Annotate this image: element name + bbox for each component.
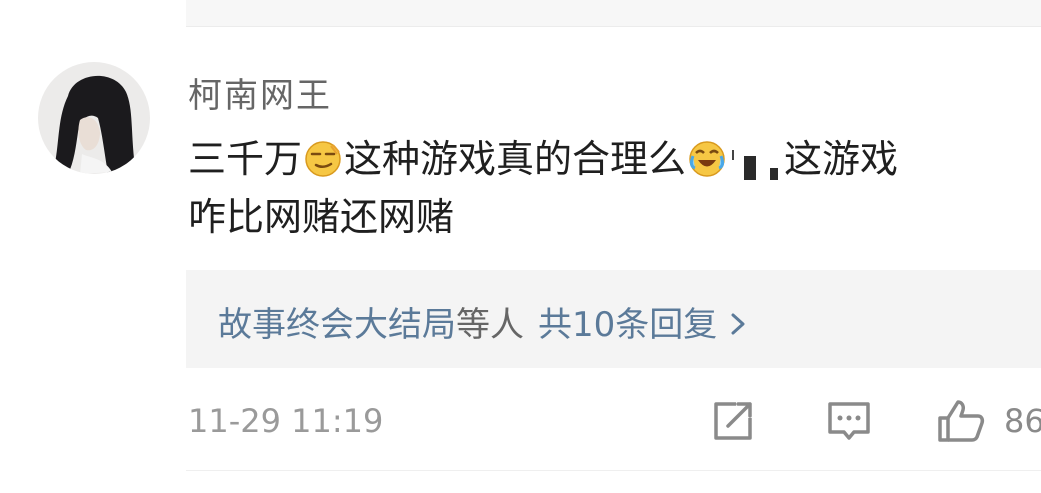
reply-users-suffix: 等人 xyxy=(456,305,524,345)
share-icon[interactable] xyxy=(710,398,756,444)
comment-text-part: 三千万 xyxy=(188,137,303,181)
timestamp: 11-29 11:19 xyxy=(188,402,384,440)
avatar-image xyxy=(38,62,150,174)
reply-count-link[interactable]: 共10条回复 xyxy=(538,305,717,345)
chevron-right-icon xyxy=(731,313,745,335)
replies-summary[interactable]: 故事终会大结局等人 共10条回复 xyxy=(186,270,1041,368)
avatar[interactable] xyxy=(38,62,150,174)
previous-reply-area xyxy=(186,0,1041,26)
username[interactable]: 柯南网王 xyxy=(188,68,332,117)
redacted-mark xyxy=(732,150,779,180)
smirk-emoji-icon xyxy=(305,141,341,177)
like-count: 86 xyxy=(1004,402,1041,440)
laugh-cry-emoji-icon xyxy=(689,141,725,177)
comment-text: 三千万 这种游戏真的合理么 这游戏 咋比网赌还网赌 xyxy=(188,130,1028,246)
replies-summary-text: 故事终会大结局等人 共10条回复 xyxy=(218,297,751,346)
divider xyxy=(186,470,1041,471)
divider xyxy=(186,26,1041,27)
comment-text-part: 这种游戏真的合理么 xyxy=(344,137,687,181)
like-icon[interactable] xyxy=(936,398,986,444)
reply-users-link[interactable]: 故事终会大结局 xyxy=(218,305,456,345)
comment-icon[interactable] xyxy=(826,398,872,444)
comment-text-part: 这游戏 xyxy=(784,137,899,181)
comment-text-line2: 咋比网赌还网赌 xyxy=(188,195,455,239)
